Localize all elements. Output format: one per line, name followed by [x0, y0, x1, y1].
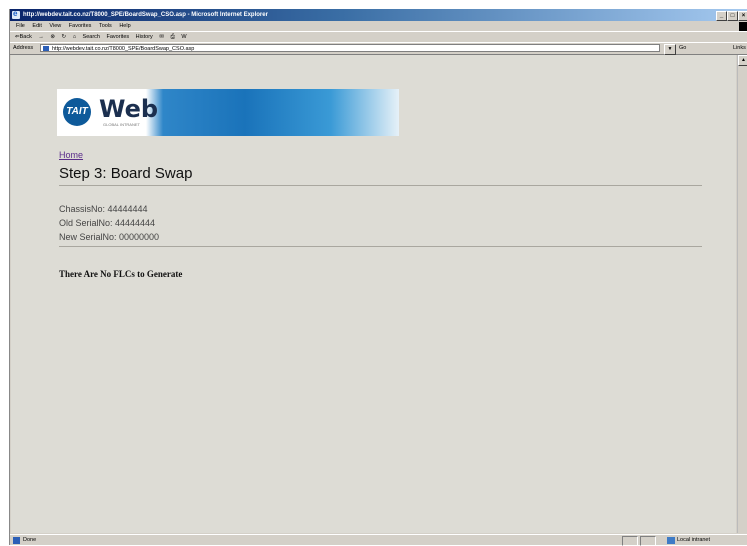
banner-title: Web — [99, 95, 159, 123]
menu-favorites[interactable]: Favorites — [69, 23, 92, 29]
standard-toolbar: ⇐Back → ⊗ ↻ ⌂ Search Favorites History ✉… — [10, 31, 747, 42]
security-zone: Local intranet — [677, 537, 711, 543]
address-input[interactable]: http://webdev.tait.co.nz/T8000_SPE/Board… — [40, 44, 660, 52]
address-url: http://webdev.tait.co.nz/T8000_SPE/Board… — [52, 46, 195, 52]
print-button[interactable]: ⎙ — [170, 34, 174, 40]
home-link[interactable]: Home — [59, 150, 83, 160]
home-button[interactable]: ⌂ — [73, 34, 76, 40]
page-done-icon — [13, 537, 20, 544]
page-content: TAIT Web GLOBAL INTRANET Home Step 3: Bo… — [11, 55, 736, 533]
back-button[interactable]: ⇐Back — [15, 34, 32, 40]
tait-logo: TAIT — [63, 98, 91, 126]
close-button[interactable]: × — [738, 11, 747, 21]
divider-bottom — [59, 246, 702, 247]
links-button[interactable]: Links — [733, 43, 746, 54]
history-button[interactable]: History — [136, 34, 153, 40]
new-serial-number: New SerialNo: 00000000 — [59, 232, 160, 242]
go-button[interactable]: Go — [679, 43, 686, 54]
tait-web-banner: TAIT Web GLOBAL INTRANET — [57, 89, 399, 136]
minimize-button[interactable]: _ — [716, 11, 727, 21]
ie-icon — [12, 8, 20, 20]
search-button[interactable]: Search — [83, 34, 100, 40]
menu-file[interactable]: File — [16, 23, 25, 29]
chassis-number: ChassisNo: 44444444 — [59, 204, 148, 214]
refresh-button[interactable]: ↻ — [62, 34, 67, 40]
divider-top — [59, 185, 702, 186]
page-icon — [43, 46, 49, 51]
stop-button[interactable]: ⊗ — [50, 34, 55, 40]
banner-tagline: GLOBAL INTRANET — [103, 122, 140, 127]
favorites-button[interactable]: Favorites — [107, 34, 130, 40]
status-text: Done — [23, 537, 37, 543]
forward-button[interactable]: → — [38, 34, 44, 40]
address-bar: Address http://webdev.tait.co.nz/T8000_S… — [10, 42, 747, 55]
browser-window: http://webdev.tait.co.nz/T8000_SPE/Board… — [9, 8, 747, 546]
menu-edit[interactable]: Edit — [32, 23, 41, 29]
title-bar: http://webdev.tait.co.nz/T8000_SPE/Board… — [10, 8, 747, 21]
menu-bar: File Edit View Favorites Tools Help — [10, 21, 747, 31]
chevron-down-icon[interactable]: ▼ — [664, 44, 676, 55]
window-title: http://webdev.tait.co.nz/T8000_SPE/Board… — [23, 12, 268, 18]
edit-button[interactable]: W — [181, 34, 186, 40]
page-title: Step 3: Board Swap — [59, 165, 193, 182]
restore-button[interactable]: □ — [727, 11, 738, 21]
address-label: Address — [13, 45, 34, 51]
vertical-scrollbar[interactable]: ▲ — [737, 55, 747, 533]
status-message: There Are No FLCs to Generate — [59, 269, 183, 279]
intranet-zone-icon — [667, 537, 675, 544]
menu-tools[interactable]: Tools — [99, 23, 112, 29]
scroll-up-icon[interactable]: ▲ — [738, 55, 747, 66]
menu-help[interactable]: Help — [119, 23, 130, 29]
status-bar: Done Local intranet — [10, 534, 747, 546]
windows-logo-icon — [739, 22, 747, 31]
old-serial-number: Old SerialNo: 44444444 — [59, 218, 156, 228]
menu-view[interactable]: View — [49, 23, 61, 29]
mail-button[interactable]: ✉ — [159, 34, 164, 40]
